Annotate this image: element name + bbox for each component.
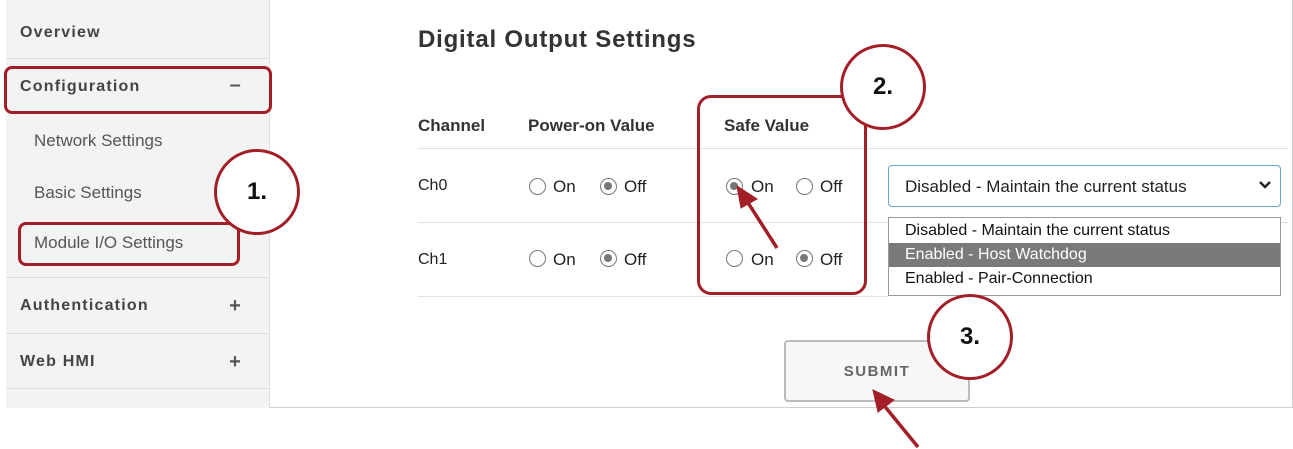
arrow-icon	[872, 389, 920, 449]
annotation-arrows	[736, 184, 920, 449]
arrow-icon	[736, 184, 779, 249]
